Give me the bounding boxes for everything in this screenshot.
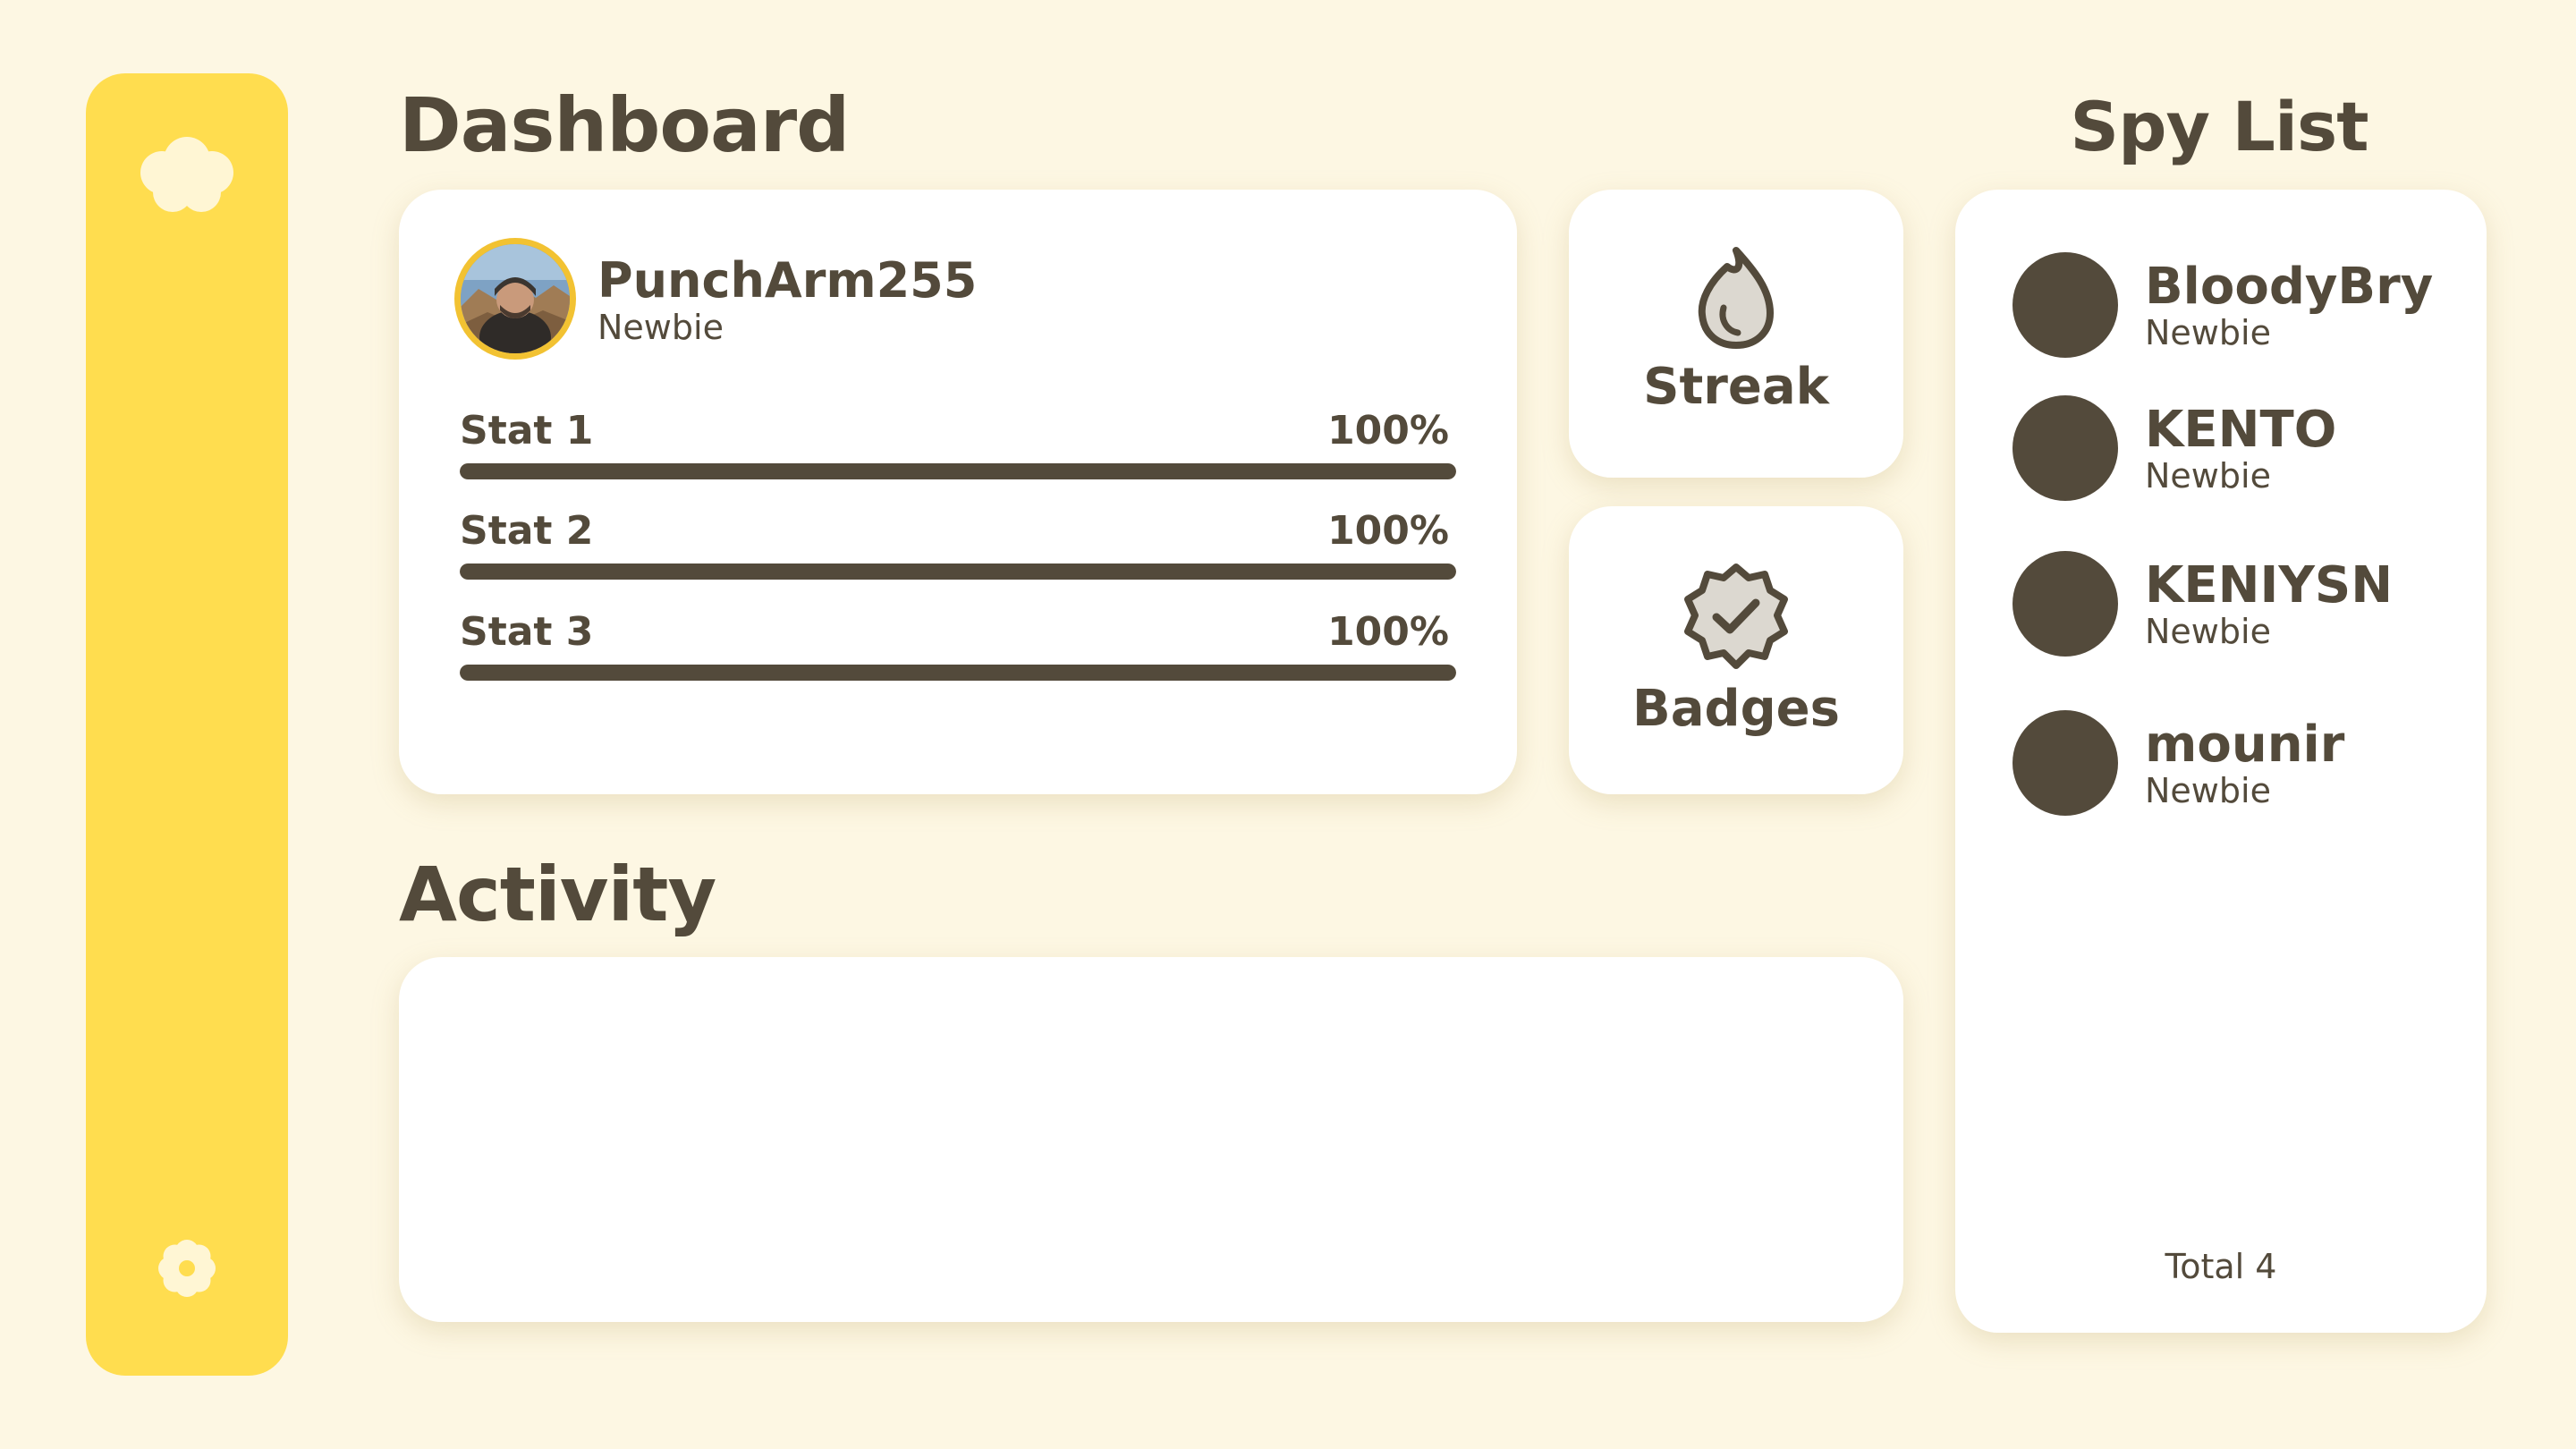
- avatar: [2012, 551, 2118, 657]
- spy-rank: Newbie: [2145, 456, 2271, 496]
- sidebar: [86, 73, 288, 1376]
- stat-progress-fill: [460, 463, 1456, 479]
- spy-name: KENIYSN: [2145, 556, 2394, 614]
- badges-tile[interactable]: Badges: [1569, 506, 1903, 794]
- stat-row: Stat 2 100%: [460, 508, 1456, 597]
- flame-icon: [1691, 243, 1781, 354]
- spy-name: KENTO: [2145, 401, 2337, 459]
- dashboard-title: Dashboard: [399, 81, 850, 169]
- avatar: [2012, 710, 2118, 816]
- avatar: [2012, 395, 2118, 501]
- flower-icon[interactable]: [151, 1233, 223, 1304]
- badges-label: Badges: [1632, 680, 1840, 738]
- spy-rank: Newbie: [2145, 612, 2271, 651]
- stat-label: Stat 3: [460, 609, 594, 655]
- stat-row: Stat 1 100%: [460, 408, 1456, 497]
- username: PunchArm255: [597, 252, 978, 309]
- spy-list-item[interactable]: KENIYSN Newbie: [2012, 551, 2442, 658]
- streak-tile[interactable]: Streak: [1569, 190, 1903, 478]
- stat-row: Stat 3 100%: [460, 609, 1456, 699]
- spy-name: mounir: [2145, 716, 2345, 774]
- stat-progress-bar: [460, 463, 1456, 479]
- streak-label: Streak: [1643, 358, 1829, 416]
- stat-value: 100%: [1327, 408, 1449, 453]
- stat-progress-fill: [460, 665, 1456, 681]
- stat-value: 100%: [1327, 508, 1449, 554]
- spy-rank: Newbie: [2145, 771, 2271, 810]
- avatar: [2012, 252, 2118, 358]
- activity-panel: [399, 957, 1903, 1322]
- spy-name: BloodyBry: [2145, 258, 2434, 316]
- user-rank: Newbie: [597, 308, 724, 347]
- cloud-icon[interactable]: [129, 125, 245, 224]
- spy-rank: Newbie: [2145, 313, 2271, 352]
- stat-progress-bar: [460, 564, 1456, 580]
- stat-value: 100%: [1327, 609, 1449, 655]
- spy-list-item[interactable]: BloodyBry Newbie: [2012, 252, 2442, 360]
- stat-label: Stat 2: [460, 508, 594, 554]
- avatar[interactable]: [454, 238, 576, 360]
- activity-title: Activity: [399, 851, 716, 938]
- stat-label: Stat 1: [460, 408, 594, 453]
- spy-list-title: Spy List: [2070, 87, 2368, 166]
- stat-progress-fill: [460, 564, 1456, 580]
- spy-total: Total 4: [2165, 1247, 2277, 1286]
- stat-progress-bar: [460, 665, 1456, 681]
- profile-card: PunchArm255 Newbie Stat 1 100% Stat 2 10…: [399, 190, 1517, 794]
- spy-list-item[interactable]: mounir Newbie: [2012, 710, 2442, 818]
- spy-list-item[interactable]: KENTO Newbie: [2012, 395, 2442, 503]
- spy-list-panel: BloodyBry Newbie KENTO Newbie KENIYSN Ne…: [1955, 190, 2487, 1333]
- badge-check-icon: [1681, 562, 1792, 676]
